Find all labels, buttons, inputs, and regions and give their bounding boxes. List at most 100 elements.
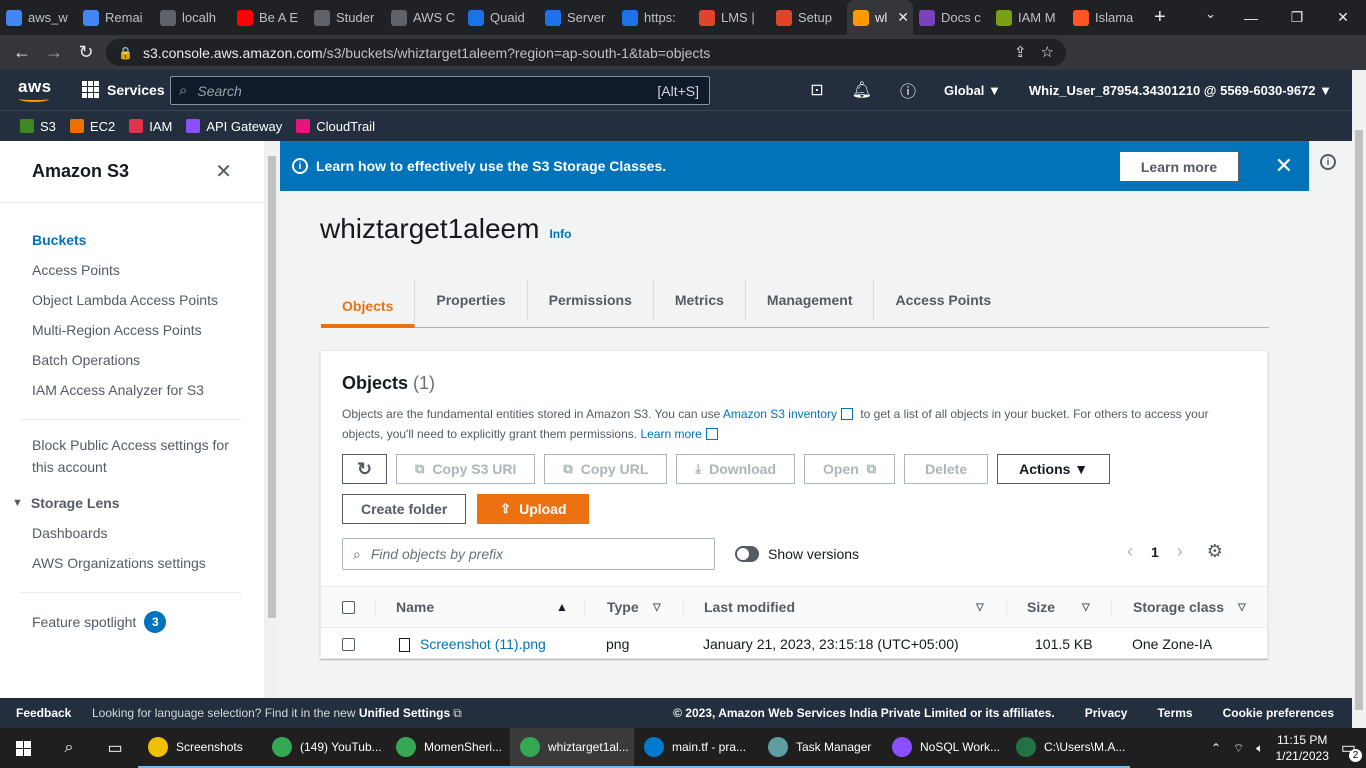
tab-metrics[interactable]: Metrics: [654, 280, 746, 320]
browser-tab[interactable]: Be A E: [231, 0, 308, 35]
dismiss-flashbar-icon[interactable]: ✕: [1275, 153, 1293, 179]
help-panel-info-icon[interactable]: i: [1320, 154, 1336, 170]
sort-ascending-icon[interactable]: ▲: [556, 587, 568, 627]
sidebar-item-multi-region-access-points[interactable]: Multi-Region Access Points: [32, 315, 264, 345]
browser-tab[interactable]: https:: [616, 0, 693, 35]
next-page-icon[interactable]: ›: [1177, 541, 1183, 562]
copy-s3-uri-button[interactable]: ⧉ Copy S3 URI: [396, 454, 536, 484]
info-link[interactable]: Info: [549, 227, 571, 241]
browser-tab[interactable]: Remai: [77, 0, 154, 35]
close-window-icon[interactable]: ✕: [1320, 0, 1366, 35]
terms-link[interactable]: Terms: [1157, 706, 1192, 720]
open-button[interactable]: Open ⧉: [804, 454, 896, 484]
row-checkbox[interactable]: [342, 637, 355, 651]
create-folder-button[interactable]: Create folder: [342, 494, 467, 524]
sidebar-item-dashboards[interactable]: Dashboards: [32, 518, 264, 548]
sidebar-item-block-public-access[interactable]: Block Public Access settings for this ac…: [32, 434, 242, 478]
tab-access-points[interactable]: Access Points: [874, 280, 1012, 320]
refresh-button[interactable]: ↻: [342, 454, 388, 484]
taskbar-app[interactable]: Screenshots: [138, 728, 262, 768]
browser-tab[interactable]: Islama: [1067, 0, 1144, 35]
taskbar-app[interactable]: NoSQL Work...: [882, 728, 1006, 768]
browser-tab[interactable]: Quaid: [462, 0, 539, 35]
forward-icon[interactable]: →: [38, 42, 70, 63]
reload-icon[interactable]: ↻: [70, 42, 102, 63]
privacy-link[interactable]: Privacy: [1085, 706, 1128, 720]
browser-tab[interactable]: localh: [154, 0, 231, 35]
find-objects-input[interactable]: ⌕ Find objects by prefix: [342, 538, 715, 570]
clock[interactable]: 11:15 PM 1/21/2023: [1275, 732, 1328, 764]
tray-chevron-icon[interactable]: ⌃: [1211, 741, 1221, 755]
services-menu[interactable]: Services: [82, 81, 165, 98]
region-selector[interactable]: Global ▼: [944, 83, 1001, 98]
favorite-ec2[interactable]: EC2: [69, 119, 115, 134]
network-icon[interactable]: ⌔: [1233, 741, 1244, 756]
notifications-bell-icon[interactable]: 🔔︎: [852, 80, 872, 100]
sidebar-item-buckets[interactable]: Buckets: [32, 225, 264, 255]
help-icon[interactable]: ⓘ: [900, 78, 916, 102]
taskbar-app[interactable]: whiztarget1al...: [510, 728, 634, 768]
actions-dropdown[interactable]: Actions ▼: [997, 454, 1111, 484]
tab-objects[interactable]: Objects: [321, 280, 416, 328]
column-size[interactable]: Size: [1027, 587, 1055, 627]
notifications-icon[interactable]: ▭ 2: [1341, 738, 1362, 762]
favorite-cloudtrail[interactable]: CloudTrail: [296, 119, 375, 134]
account-menu[interactable]: Whiz_User_87954.34301210 @ 5569-6030-967…: [1029, 83, 1332, 98]
taskbar-app[interactable]: (149) YouTub...: [262, 728, 386, 768]
bookmark-star-icon[interactable]: ☆: [1041, 43, 1054, 61]
sidebar-item-access-points[interactable]: Access Points: [32, 255, 264, 285]
restore-icon[interactable]: ❐: [1274, 0, 1320, 35]
cookie-preferences-link[interactable]: Cookie preferences: [1223, 706, 1334, 720]
sort-icon[interactable]: ▽: [1238, 587, 1246, 627]
feature-spotlight[interactable]: Feature spotlight 3: [0, 607, 264, 637]
taskbar-app[interactable]: Task Manager: [758, 728, 882, 768]
taskbar-app[interactable]: main.tf - pra...: [634, 728, 758, 768]
sidebar-item-batch-operations[interactable]: Batch Operations: [32, 345, 264, 375]
task-view-icon[interactable]: ▭: [92, 728, 138, 768]
upload-button[interactable]: ⇪ Upload: [477, 494, 590, 524]
previous-page-icon[interactable]: ‹: [1127, 541, 1133, 562]
sidebar-item-org-settings[interactable]: AWS Organizations settings: [32, 548, 264, 578]
learn-more-button[interactable]: Learn more: [1119, 151, 1239, 182]
favorite-s3[interactable]: S3: [20, 119, 56, 134]
volume-icon[interactable]: 🔈︎: [1256, 741, 1263, 756]
tab-search-icon[interactable]: ⌄: [1205, 6, 1216, 22]
aws-search-input[interactable]: ⌕ Search [Alt+S]: [170, 76, 710, 105]
windows-start-icon[interactable]: [0, 728, 46, 768]
s3-inventory-link[interactable]: Amazon S3 inventory: [723, 407, 837, 421]
tab-properties[interactable]: Properties: [415, 280, 528, 320]
tab-management[interactable]: Management: [746, 280, 875, 320]
favorite-api-gateway[interactable]: API Gateway: [186, 119, 282, 134]
close-tab-icon[interactable]: ✕: [897, 9, 909, 26]
new-tab-icon[interactable]: +: [1154, 6, 1166, 29]
browser-tab[interactable]: Studer: [308, 0, 385, 35]
column-type[interactable]: Type: [607, 587, 639, 627]
column-storage-class[interactable]: Storage class: [1133, 587, 1224, 627]
sort-icon[interactable]: ▽: [653, 587, 661, 627]
sidebar-item-object-lambda-access-points[interactable]: Object Lambda Access Points: [32, 285, 264, 315]
delete-button[interactable]: Delete: [904, 454, 989, 484]
object-name-link[interactable]: Screenshot (11).png: [420, 636, 546, 652]
show-versions-toggle[interactable]: [735, 546, 759, 562]
sidenav-scrollbar[interactable]: [265, 141, 279, 698]
column-last-modified[interactable]: Last modified: [704, 587, 795, 627]
back-icon[interactable]: ←: [6, 42, 38, 63]
gear-icon[interactable]: ⚙: [1207, 541, 1223, 562]
share-icon[interactable]: ⇪: [1014, 43, 1027, 61]
browser-tab[interactable]: aws_w: [0, 0, 77, 35]
taskbar-app[interactable]: MomenSheri...: [386, 728, 510, 768]
aws-logo[interactable]: aws: [18, 77, 52, 102]
cloudshell-icon[interactable]: ⊡: [810, 80, 823, 100]
page-scrollbar[interactable]: [1352, 70, 1366, 728]
download-button[interactable]: ⤓ Download: [676, 454, 796, 484]
unified-settings-link[interactable]: Unified Settings: [359, 706, 450, 720]
browser-tab[interactable]: Setup: [770, 0, 847, 35]
browser-tab[interactable]: LMS |: [693, 0, 770, 35]
browser-tab[interactable]: wl ✕: [847, 0, 913, 35]
favorite-iam[interactable]: IAM: [129, 119, 172, 134]
learn-more-link[interactable]: Learn more: [640, 427, 701, 441]
taskbar-app[interactable]: C:\Users\M.A...: [1006, 728, 1130, 768]
sidebar-item-iam-access-analyzer-for-s3[interactable]: IAM Access Analyzer for S3: [32, 375, 264, 405]
sort-icon[interactable]: ▽: [976, 587, 984, 627]
copy-url-button[interactable]: ⧉ Copy URL: [544, 454, 668, 484]
